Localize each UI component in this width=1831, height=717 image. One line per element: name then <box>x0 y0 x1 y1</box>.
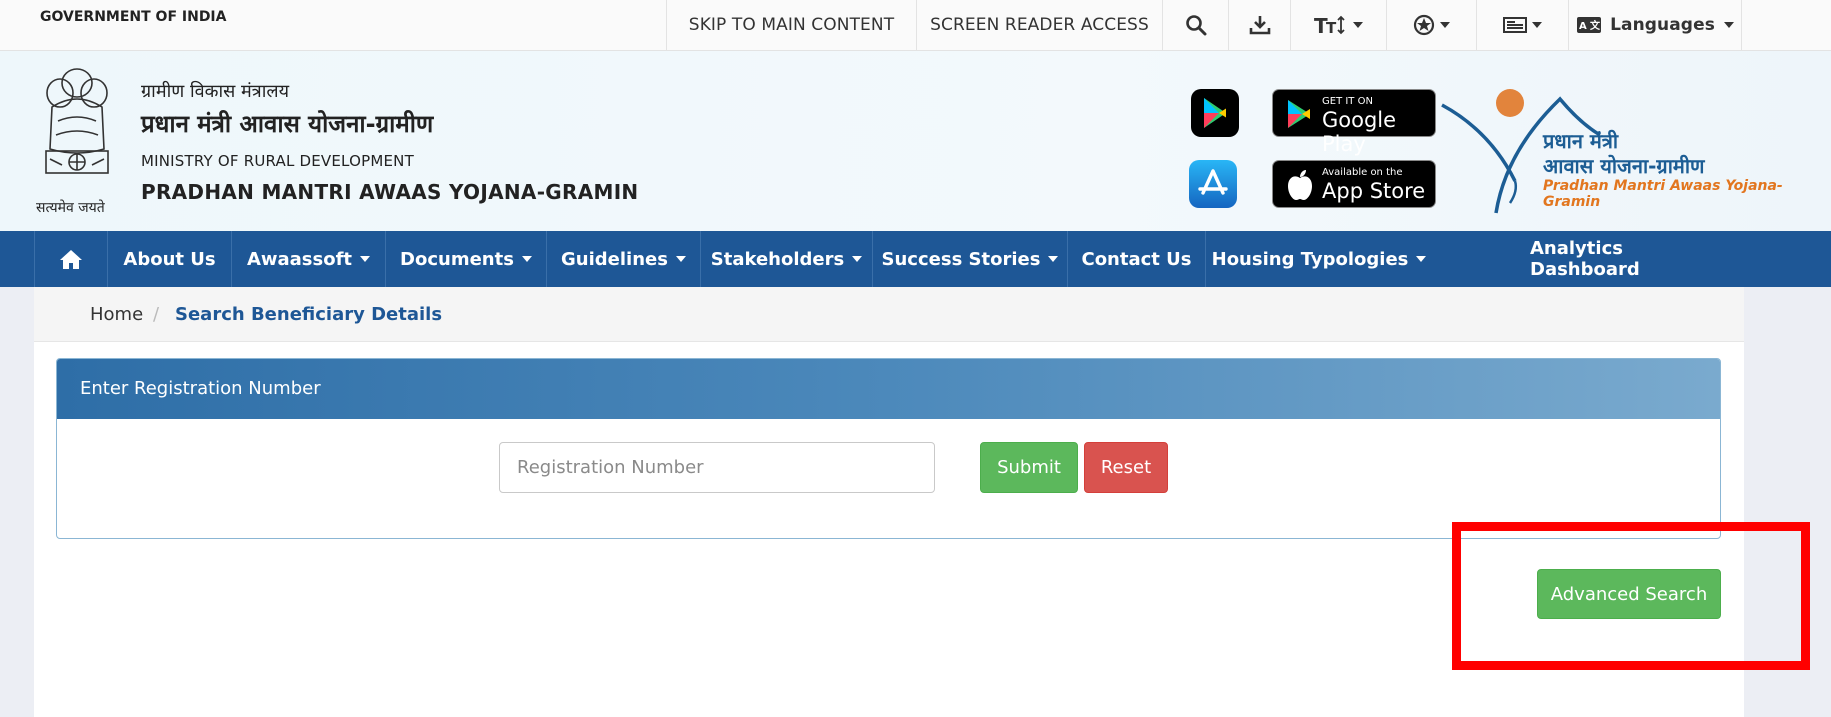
nav-documents[interactable]: Documents <box>386 231 547 287</box>
nav-housing-typologies[interactable]: Housing Typologies <box>1206 231 1432 287</box>
sitemap-dropdown[interactable] <box>1476 0 1568 50</box>
screen-reader-link[interactable]: SCREEN READER ACCESS <box>916 0 1162 50</box>
scheme-hindi: प्रधान मंत्री आवास योजना-ग्रामीण <box>141 110 434 138</box>
nav-contact-us[interactable]: Contact Us <box>1068 231 1206 287</box>
nav-stakeholders[interactable]: Stakeholders <box>701 231 873 287</box>
app-store-icon <box>1198 169 1228 195</box>
chevron-down-icon <box>1440 22 1450 28</box>
text-size-dropdown[interactable]: T T <box>1290 0 1386 50</box>
panel-title: Enter Registration Number <box>80 378 321 399</box>
contrast-icon <box>1413 14 1435 36</box>
site-header: सत्यमेव जयते ग्रामीण विकास मंत्रालय प्रध… <box>0 51 1831 231</box>
download-button[interactable] <box>1228 0 1290 50</box>
svg-text:A: A <box>1579 21 1587 32</box>
search-button[interactable] <box>1162 0 1228 50</box>
breadcrumb-current: Search Beneficiary Details <box>175 304 443 325</box>
download-icon <box>1249 16 1270 35</box>
chevron-down-icon <box>1532 22 1542 28</box>
nav-success-stories[interactable]: Success Stories <box>873 231 1068 287</box>
ministry-hindi: ग्रामीण विकास मंत्रालय <box>141 81 290 102</box>
nav-home[interactable] <box>34 231 108 287</box>
utility-bar: GOVERNMENT OF INDIA SKIP TO MAIN CONTENT… <box>0 0 1831 51</box>
play-store-icon <box>1288 100 1310 128</box>
national-emblem-icon <box>45 68 109 174</box>
nav-about-us[interactable]: About Us <box>108 231 232 287</box>
reset-button[interactable]: Reset <box>1084 442 1168 493</box>
app-store-app-link[interactable] <box>1189 160 1237 208</box>
chevron-down-icon <box>1048 256 1059 262</box>
google-play-badge[interactable]: GET IT ON Google Play <box>1272 89 1436 156</box>
nav-guidelines[interactable]: Guidelines <box>547 231 701 287</box>
svg-text:文: 文 <box>1590 19 1601 32</box>
breadcrumb: Home / Search Beneficiary Details <box>34 287 1744 342</box>
svg-text:T: T <box>1326 19 1337 36</box>
scheme-english: PRADHAN MANTRI AWAAS YOJANA-GRAMIN <box>141 180 639 204</box>
chevron-down-icon <box>1723 22 1734 28</box>
highlight-box <box>1452 522 1810 670</box>
government-label: GOVERNMENT OF INDIA <box>40 9 227 25</box>
app-store-badge[interactable]: Available on the App Store <box>1272 160 1436 208</box>
submit-button[interactable]: Submit <box>980 442 1078 493</box>
nav-awaassoft[interactable]: Awaassoft <box>232 231 386 287</box>
chevron-down-icon <box>852 256 863 262</box>
chevron-down-icon <box>1416 256 1427 262</box>
logo-text-line3: Pradhan Mantri Awaas Yojana-Gramin <box>1543 178 1783 210</box>
panel-header: Enter Registration Number <box>57 359 1720 419</box>
emblem-caption: सत्यमेव जयते <box>36 200 105 216</box>
breadcrumb-home-link[interactable]: Home <box>90 304 143 325</box>
play-store-icon <box>1204 98 1226 128</box>
language-icon: A 文 <box>1577 17 1602 33</box>
contrast-dropdown[interactable] <box>1386 0 1476 50</box>
skip-to-main-link[interactable]: SKIP TO MAIN CONTENT <box>666 0 916 50</box>
languages-dropdown[interactable]: A 文 Languages <box>1568 0 1742 50</box>
nav-analytics-dashboard[interactable]: Analytics Dashboard <box>1530 231 1738 287</box>
registration-number-input[interactable] <box>499 442 935 493</box>
main-navigation: About Us Awaassoft Documents Guidelines … <box>0 231 1831 287</box>
chevron-down-icon <box>675 256 686 262</box>
breadcrumb-separator: / <box>153 304 160 325</box>
chevron-down-icon <box>521 256 532 262</box>
play-store-app-link[interactable] <box>1191 89 1239 137</box>
chevron-down-icon <box>360 256 371 262</box>
chevron-down-icon <box>1353 22 1363 28</box>
apple-icon <box>1288 170 1312 200</box>
logo-text-line2: आवास योजना-ग्रामीण <box>1543 154 1705 178</box>
search-icon <box>1185 15 1206 36</box>
sitemap-icon <box>1503 17 1527 33</box>
home-icon <box>60 250 82 269</box>
text-size-icon: T T <box>1314 14 1345 36</box>
ministry-english: MINISTRY OF RURAL DEVELOPMENT <box>141 152 414 170</box>
registration-search-panel: Enter Registration Number Submit Reset <box>56 358 1721 539</box>
logo-text-line1: प्रधान मंत्री <box>1543 129 1619 153</box>
